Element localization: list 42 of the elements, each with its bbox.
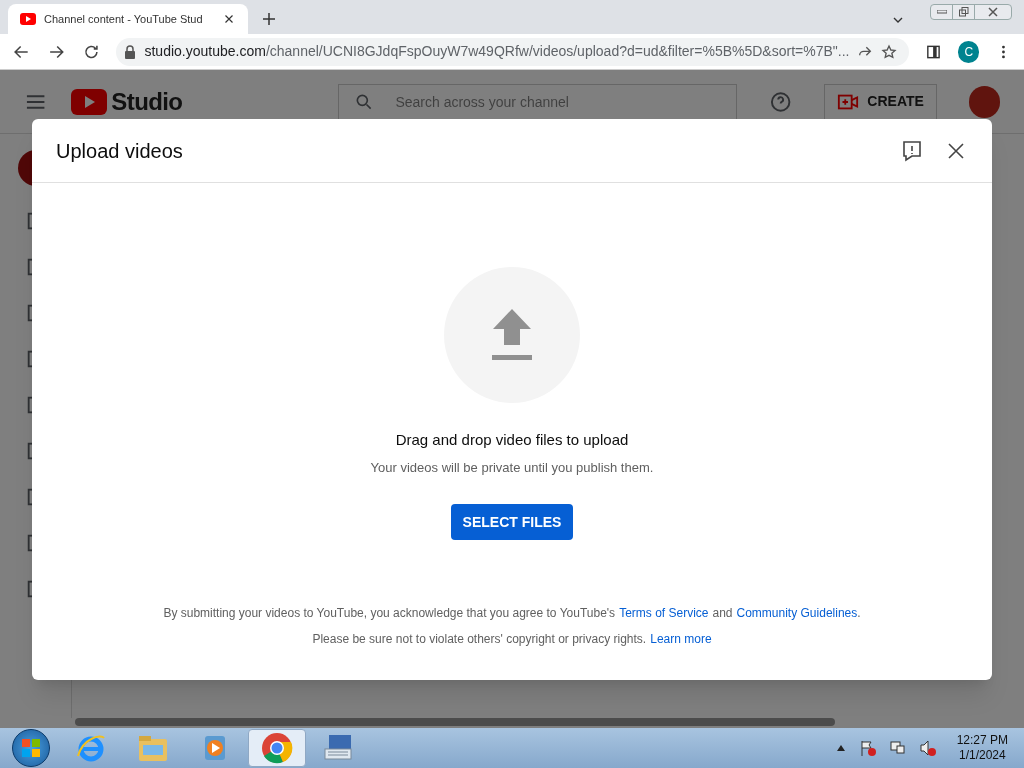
chrome-logo-icon [261, 732, 293, 764]
star-icon[interactable] [881, 43, 898, 60]
tab-title: Channel content - YouTube Stud [44, 11, 204, 27]
profile-avatar[interactable]: C [958, 40, 980, 63]
help-icon [769, 89, 793, 114]
folder-icon [137, 733, 169, 763]
drop-prompt: Drag and drop video files to upload [395, 430, 629, 450]
terms-link[interactable]: Terms of Service [619, 604, 709, 622]
windows-logo-icon [22, 739, 40, 757]
legal-text: By submitting your videos to YouTube, you acknowledge that you agree to YouTube's [163, 605, 616, 622]
browser-tab[interactable]: Channel content - YouTube Stud [8, 4, 248, 34]
play-logo-icon [20, 13, 36, 25]
legal-text: Please be sure not to violate others' copyright or privacy rights. [312, 631, 647, 648]
url-text: studio.youtube.com/channel/UCNI8GJdqFspOuyW7w49QRfw/videos/upload?d=ud&filter=%5B%5D&sort=%7B"... [144, 42, 850, 61]
plus-icon[interactable] [260, 10, 278, 28]
flag-icon [858, 739, 877, 757]
play-logo-icon [71, 88, 108, 115]
tray-arrow-icon[interactable] [836, 745, 847, 751]
window-controls[interactable] [930, 4, 1012, 20]
restore-icon [958, 7, 969, 17]
address-bar[interactable]: studio.youtube.com/channel/UCNI8GJdqFspOuyW7w49QRfw/videos/upload?d=ud&filter=%5B%5D&sort=%7B"... [116, 37, 910, 66]
dialog-title: Upload videos [56, 138, 184, 164]
taskbar-app[interactable] [248, 729, 306, 767]
clock-date[interactable]: 1/1/2024 [958, 748, 1006, 763]
privacy-note: Your videos will be private until you publish them. [370, 458, 654, 477]
upload-icon [491, 309, 533, 361]
clock-time[interactable]: 12:27 PM [956, 733, 1008, 748]
minimize-icon [936, 10, 947, 14]
logo-text: Studio [111, 86, 183, 117]
speaker-icon [918, 739, 937, 757]
legal-text: . [857, 605, 861, 622]
channel-avatar[interactable] [968, 85, 1000, 118]
legal-text: and [712, 605, 733, 622]
feedback-icon[interactable] [900, 138, 924, 163]
scrollbar-thumb[interactable] [75, 718, 835, 726]
learn-more-link[interactable]: Learn more [650, 630, 712, 648]
lock-icon [124, 44, 137, 59]
network-icon [888, 739, 907, 757]
keyboard-monitor-icon [323, 733, 355, 763]
close-icon [988, 7, 998, 17]
select-files-button[interactable]: SELECT FILES [451, 504, 573, 540]
start-button[interactable] [12, 729, 50, 767]
